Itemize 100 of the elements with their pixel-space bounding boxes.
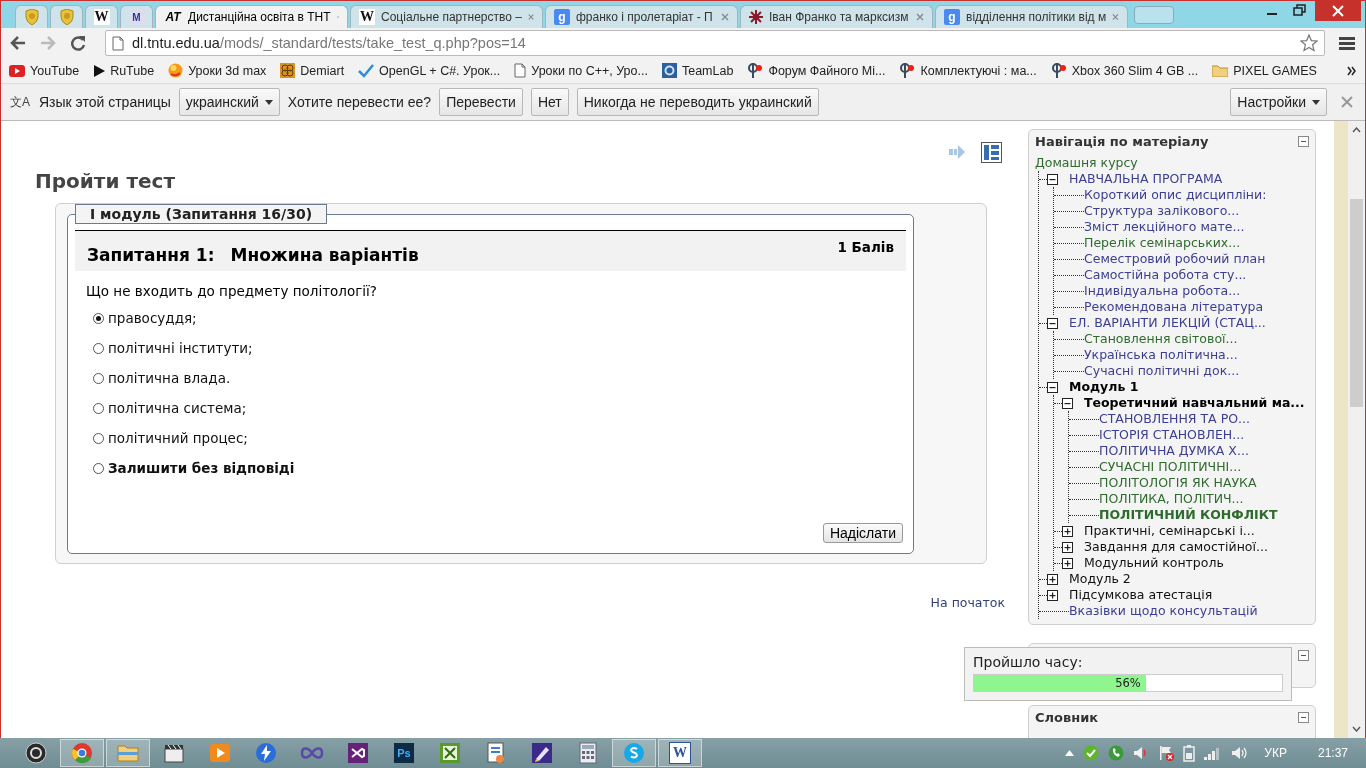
bookmark[interactable]: Уроки 3d max: [168, 63, 267, 78]
bookmark[interactable]: Комплектуючі : ма...: [899, 63, 1037, 78]
bookmark[interactable]: YouTube: [9, 63, 80, 78]
option-label[interactable]: політична система;: [108, 400, 247, 416]
tree-link[interactable]: Перелік семінарських...: [1084, 235, 1241, 251]
tree-link[interactable]: Модуль 2: [1069, 571, 1131, 587]
tree-link[interactable]: Домашня курсу: [1035, 155, 1309, 171]
translate-button[interactable]: Перевести: [439, 88, 523, 116]
browser-tab[interactable]: Іван Франко та марксизм: [740, 5, 933, 28]
option-label[interactable]: Залишити без відповіді: [108, 460, 295, 476]
radio-button[interactable]: [93, 312, 104, 324]
option-label[interactable]: політичні інститути;: [108, 340, 253, 356]
tree-link[interactable]: ПОЛІТОЛОГІЯ ЯК НАУКА: [1099, 475, 1257, 491]
tree-link[interactable]: Семестровий робочий план: [1084, 251, 1266, 267]
tree-link[interactable]: Модуль 1: [1069, 379, 1139, 395]
radio-button[interactable]: [93, 342, 104, 354]
expand-icon[interactable]: [1062, 541, 1073, 553]
tree-link[interactable]: Українська політична...: [1084, 347, 1238, 363]
bookmark[interactable]: Форум Файного Мі...: [747, 63, 886, 78]
tree-link[interactable]: Становлення світової...: [1084, 331, 1238, 347]
tree-link[interactable]: Вказівки щодо консультацій: [1069, 603, 1258, 619]
close-icon[interactable]: [1315, 1, 1361, 21]
browser-tab[interactable]: g франко і пролетаріат - П: [545, 5, 738, 28]
wiki-icon: W: [359, 9, 375, 25]
browser-tab[interactable]: M: [120, 5, 153, 28]
radio-button[interactable]: [93, 432, 104, 444]
tree-link[interactable]: Теоретичний навчальний ма...: [1084, 395, 1305, 411]
tree-link[interactable]: Самостійна робота сту...: [1084, 267, 1247, 283]
browser-tab[interactable]: W Соціальне партнерство –: [350, 5, 543, 28]
bookmark[interactable]: OpenGL + C#. Урок...: [358, 63, 501, 78]
settings-button[interactable]: Настройки: [1230, 88, 1327, 116]
radio-button[interactable]: [93, 402, 104, 414]
expand-icon[interactable]: [1047, 573, 1058, 585]
radio-button[interactable]: [93, 462, 104, 474]
reload-icon[interactable]: [69, 34, 87, 52]
tree-link[interactable]: ПОЛІТИКА, ПОЛІТИЧ...: [1099, 491, 1244, 507]
chevron-icon[interactable]: [1347, 65, 1357, 76]
url-text: dl.tntu.edu.ua/mods/_standard/tests/take_test_q.php?pos=14: [132, 35, 526, 51]
bookmark[interactable]: TeamLab: [661, 63, 734, 78]
tree-link[interactable]: ПОЛІТИЧНИЙ КОНФЛІКТ: [1099, 507, 1278, 523]
scroll-thumb[interactable]: [1350, 199, 1363, 407]
bookmark[interactable]: Xbox 360 Slim 4 GB ...: [1050, 63, 1199, 78]
tree-link[interactable]: Рекомендована література: [1084, 299, 1264, 315]
page-title: Пройти тест: [35, 169, 176, 193]
bookmark[interactable]: Уроки по C++, Уро...: [514, 63, 648, 78]
collapse-icon[interactable]: [1047, 173, 1058, 185]
tree-link[interactable]: ЕЛ. ВАРІАНТИ ЛЕКЦІЙ (СТАЦ...: [1069, 315, 1266, 331]
browser-tab[interactable]: W: [85, 5, 118, 28]
radio-button[interactable]: [93, 372, 104, 384]
star-icon[interactable]: [1300, 34, 1318, 52]
tree-link[interactable]: Сучасні політичні док...: [1084, 363, 1240, 379]
collapse-icon[interactable]: [1047, 317, 1058, 329]
menu-icon[interactable]: [1339, 36, 1355, 50]
collapse-icon[interactable]: [1062, 397, 1073, 409]
tree-link[interactable]: НАВЧАЛЬНА ПРОГРАМА: [1069, 171, 1223, 187]
expand-icon[interactable]: [1062, 557, 1073, 569]
scrollbar[interactable]: [1348, 121, 1365, 738]
option-label[interactable]: правосуддя;: [108, 310, 197, 326]
tree-link[interactable]: Короткий опис дисципліни:: [1084, 187, 1267, 203]
close-icon[interactable]: [1112, 13, 1119, 21]
browser-tab[interactable]: g відділення політики від м: [935, 5, 1128, 28]
phone-icon: [1108, 745, 1125, 761]
top-link[interactable]: На початок: [930, 595, 1005, 610]
bookmark[interactable]: PIXEL GAMES: [1212, 63, 1317, 78]
tree-link[interactable]: Практичні, семінарські і...: [1084, 523, 1255, 539]
translate-button[interactable]: Нет: [530, 88, 569, 116]
tree-link[interactable]: Модульний контроль: [1084, 555, 1224, 571]
page-icon: [514, 63, 527, 78]
collapse-icon[interactable]: [1298, 135, 1309, 147]
option-label[interactable]: політичний процес;: [108, 430, 248, 446]
back-arrow-icon[interactable]: [9, 34, 27, 52]
tree-link[interactable]: Індивідуальна робота...: [1084, 283, 1241, 299]
tree-link[interactable]: Структура залікового...: [1084, 203, 1240, 219]
option-label[interactable]: політична влада.: [108, 370, 231, 386]
layout-icon[interactable]: [981, 141, 1002, 163]
browser-tab[interactable]: AT Дистанційна освіта в ТНТ: [155, 5, 348, 28]
tree-link[interactable]: Завдання для самостійної...: [1084, 539, 1268, 555]
tree-link[interactable]: ІСТОРІЯ СТАНОВЛЕН...: [1099, 427, 1245, 443]
bookmark[interactable]: RuTube: [93, 63, 155, 78]
bookmark[interactable]: Demiart: [280, 63, 345, 78]
tree-link[interactable]: СУЧАСНІ ПОЛІТИЧНІ...: [1099, 459, 1242, 475]
expand-icon[interactable]: [1062, 525, 1073, 537]
expand-icon[interactable]: [1047, 589, 1058, 601]
address-field[interactable]: dl.tntu.edu.ua/mods/_standard/tests/take_test_q.php?pos=14: [105, 30, 1325, 56]
collapse-icon[interactable]: [1298, 649, 1309, 661]
taskbar-app[interactable]: Ps: [382, 739, 426, 767]
submit-button[interactable]: Надіслати: [822, 523, 903, 543]
tree-link[interactable]: ПОЛІТИЧНА ДУМКА Х...: [1099, 443, 1249, 459]
close-icon[interactable]: [916, 13, 924, 21]
collapse-icon[interactable]: [1047, 381, 1058, 393]
translate-button[interactable]: Никогда не переводить украинский: [576, 88, 819, 116]
tree-link[interactable]: СТАНОВЛЕННЯ ТА РО...: [1099, 411, 1250, 427]
site-logo: AT: [164, 9, 182, 25]
close-icon[interactable]: [721, 13, 729, 21]
collapse-icon[interactable]: [1298, 711, 1309, 723]
panel-title: Словник: [1035, 709, 1099, 725]
taskbar-app[interactable]: W: [658, 739, 702, 767]
tree-link[interactable]: Підсумкова атестація: [1069, 587, 1213, 603]
tree-link[interactable]: Зміст лекційного мате...: [1084, 219, 1245, 235]
language-dropdown[interactable]: украинский: [178, 88, 280, 116]
